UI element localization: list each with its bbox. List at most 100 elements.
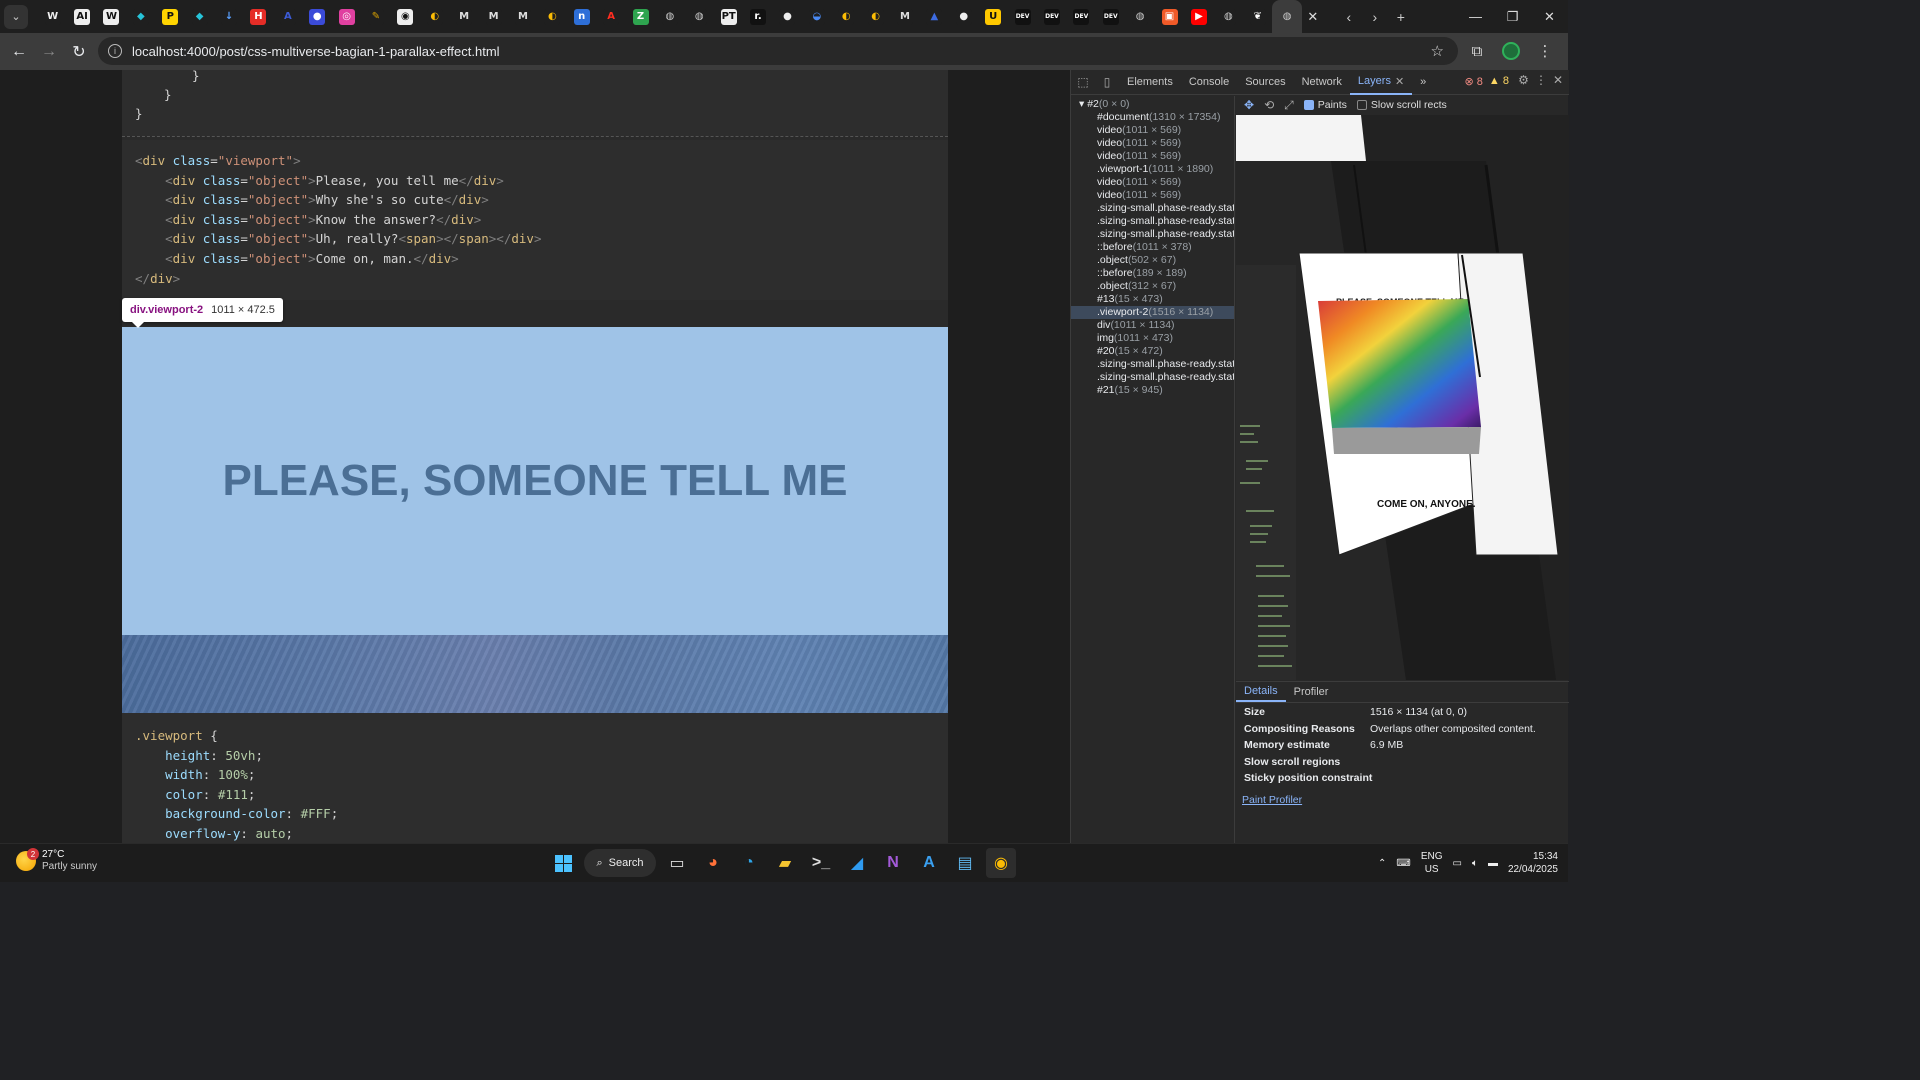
layer-tree-item[interactable]: video(1011 × 569) — [1071, 137, 1234, 150]
browser-tab[interactable]: DEV — [1096, 0, 1125, 33]
layer-tree-item[interactable]: .sizing-small.phase-ready.state- — [1071, 215, 1234, 228]
layer-tree-item[interactable]: #21(15 × 945) — [1071, 384, 1234, 397]
browser-tab[interactable]: ▲ — [920, 0, 949, 33]
browser-tab[interactable]: ◆ — [185, 0, 214, 33]
profile-avatar[interactable] — [1502, 42, 1520, 60]
rotate-mode-icon[interactable]: ⟲ — [1264, 98, 1274, 112]
taskbar-app[interactable]: ◔ — [734, 848, 764, 878]
browser-tab[interactable]: ◍ — [1214, 0, 1243, 33]
expand-arrow-icon[interactable]: ▾ — [1079, 98, 1087, 110]
more-tabs-button[interactable]: » — [1412, 70, 1434, 95]
layer-tree-item[interactable]: .sizing-small.phase-ready.state- — [1071, 371, 1234, 384]
layer-tree-item[interactable]: .sizing-small.phase-ready.state- — [1071, 202, 1234, 215]
taskbar-app[interactable]: ◕ — [698, 848, 728, 878]
layer-tree-item[interactable]: video(1011 × 569) — [1071, 124, 1234, 137]
browser-tab[interactable]: n — [567, 0, 596, 33]
tab-scroll-right-button[interactable]: › — [1364, 6, 1386, 28]
bookmark-star-icon[interactable]: ☆ — [1431, 42, 1444, 60]
layer-tree-item[interactable]: #20(15 × 472) — [1071, 345, 1234, 358]
taskbar-app[interactable]: ▰ — [770, 848, 800, 878]
taskbar-app[interactable]: ◉ — [986, 848, 1016, 878]
browser-tab[interactable]: A — [273, 0, 302, 33]
browser-tab[interactable]: DEV — [1067, 0, 1096, 33]
taskbar-app[interactable]: A — [914, 848, 944, 878]
browser-tab[interactable]: ◉ — [391, 0, 420, 33]
layer-tree-item[interactable]: .object(312 × 67) — [1071, 280, 1234, 293]
browser-menu-icon[interactable]: ⋮ — [1530, 37, 1560, 65]
start-button[interactable] — [548, 848, 578, 878]
browser-tab[interactable]: DEV — [1008, 0, 1037, 33]
layers-3d-canvas[interactable]: PLEASE, SOMEONE TELL ME COME ON, ANYONE. — [1236, 115, 1569, 680]
tab-scroll-left-button[interactable]: ‹ — [1338, 6, 1360, 28]
reset-transform-icon[interactable]: ⤢ — [1284, 98, 1294, 113]
pan-mode-icon[interactable]: ✥ — [1244, 98, 1254, 112]
taskbar-search[interactable]: ⌕ Search — [584, 849, 656, 877]
browser-tab[interactable]: ◍ — [1272, 0, 1302, 33]
browser-tab[interactable]: M — [890, 0, 919, 33]
browser-tab[interactable]: M — [479, 0, 508, 33]
tab-details[interactable]: Details — [1236, 682, 1286, 702]
browser-tab[interactable]: ❦ — [1243, 0, 1272, 33]
tab-elements[interactable]: Elements — [1119, 70, 1181, 95]
clock[interactable]: 15:34 22/04/2025 — [1508, 850, 1558, 876]
browser-tab[interactable]: Z — [626, 0, 655, 33]
tab-network[interactable]: Network — [1294, 70, 1350, 95]
layer-tree-item[interactable]: #document(1310 × 17354) — [1071, 111, 1234, 124]
taskbar-app[interactable]: ▤ — [950, 848, 980, 878]
layer-tree-item[interactable]: .sizing-small.phase-ready.state- — [1071, 358, 1234, 371]
browser-tab[interactable]: ◍ — [685, 0, 714, 33]
browser-tab[interactable]: ● — [949, 0, 978, 33]
device-toolbar-icon[interactable]: ▯ — [1095, 70, 1119, 95]
browser-tab[interactable]: M — [508, 0, 537, 33]
minimize-button[interactable]: — — [1457, 0, 1494, 33]
close-tab-button[interactable]: ✕ — [1302, 6, 1324, 28]
browser-tab[interactable]: PT — [714, 0, 743, 33]
devtools-menu-icon[interactable]: ⋮ — [1535, 73, 1547, 87]
layer-tree-item[interactable]: ▾ #2(0 × 0) — [1071, 98, 1234, 111]
browser-tab[interactable]: ◐ — [832, 0, 861, 33]
layer-tree-item[interactable]: .viewport-2(1516 × 1134) — [1071, 306, 1234, 319]
taskbar-app[interactable]: >_ — [806, 848, 836, 878]
settings-gear-icon[interactable]: ⚙ — [1518, 73, 1529, 87]
browser-tab[interactable]: AI — [67, 0, 96, 33]
browser-tab[interactable]: M — [449, 0, 478, 33]
close-tab-icon[interactable]: ✕ — [1395, 75, 1404, 88]
browser-tab[interactable]: W — [38, 0, 67, 33]
language-indicator[interactable]: ENG US — [1421, 850, 1443, 876]
show-hidden-icons-button[interactable]: ⌃ — [1378, 858, 1386, 869]
inspect-element-icon[interactable]: ⬚ — [1071, 70, 1095, 95]
slow-scroll-checkbox[interactable]: Slow scroll rects — [1356, 99, 1447, 111]
browser-tab[interactable]: P — [156, 0, 185, 33]
layer-tree-item[interactable]: ::before(1011 × 378) — [1071, 241, 1234, 254]
browser-tab[interactable]: ◐ — [538, 0, 567, 33]
forward-button[interactable]: → — [34, 37, 64, 67]
close-window-button[interactable]: ✕ — [1531, 0, 1568, 33]
browser-tab[interactable]: ▶ — [1184, 0, 1213, 33]
site-info-icon[interactable]: i — [108, 44, 122, 58]
layer-tree-item[interactable]: .viewport-1(1011 × 1890) — [1071, 163, 1234, 176]
new-tab-button[interactable]: + — [1390, 6, 1412, 28]
tab-search-button[interactable]: ⌄ — [4, 4, 28, 29]
layer-tree-item[interactable]: img(1011 × 473) — [1071, 332, 1234, 345]
tab-profiler[interactable]: Profiler — [1286, 682, 1337, 702]
layer-tree-item[interactable]: video(1011 × 569) — [1071, 176, 1234, 189]
volume-icon[interactable]: 🔈︎ — [1472, 858, 1478, 869]
browser-tab[interactable]: ◍ — [1125, 0, 1154, 33]
taskbar-app[interactable]: ▭ — [662, 848, 692, 878]
layer-tree-item[interactable]: .object(502 × 67) — [1071, 254, 1234, 267]
browser-tab[interactable]: ◆ — [126, 0, 155, 33]
back-button[interactable]: ← — [4, 37, 34, 67]
reload-button[interactable]: ↻ — [64, 37, 94, 67]
weather-widget[interactable]: 2 27°C Partly sunny — [16, 848, 97, 873]
browser-tab[interactable]: ◐ — [420, 0, 449, 33]
paint-profiler-link[interactable]: Paint Profiler — [1242, 794, 1302, 806]
restore-button[interactable]: ❐ — [1494, 0, 1531, 33]
layer-tree-item[interactable]: ::before(189 × 189) — [1071, 267, 1234, 280]
browser-tab[interactable]: A — [596, 0, 625, 33]
browser-tab[interactable]: ● — [773, 0, 802, 33]
browser-tab[interactable]: ◎ — [332, 0, 361, 33]
extensions-icon[interactable]: ⧉ — [1462, 37, 1492, 65]
browser-tab[interactable]: ◐ — [861, 0, 890, 33]
layer-tree-item[interactable]: div(1011 × 1134) — [1071, 319, 1234, 332]
tab-console[interactable]: Console — [1181, 70, 1237, 95]
